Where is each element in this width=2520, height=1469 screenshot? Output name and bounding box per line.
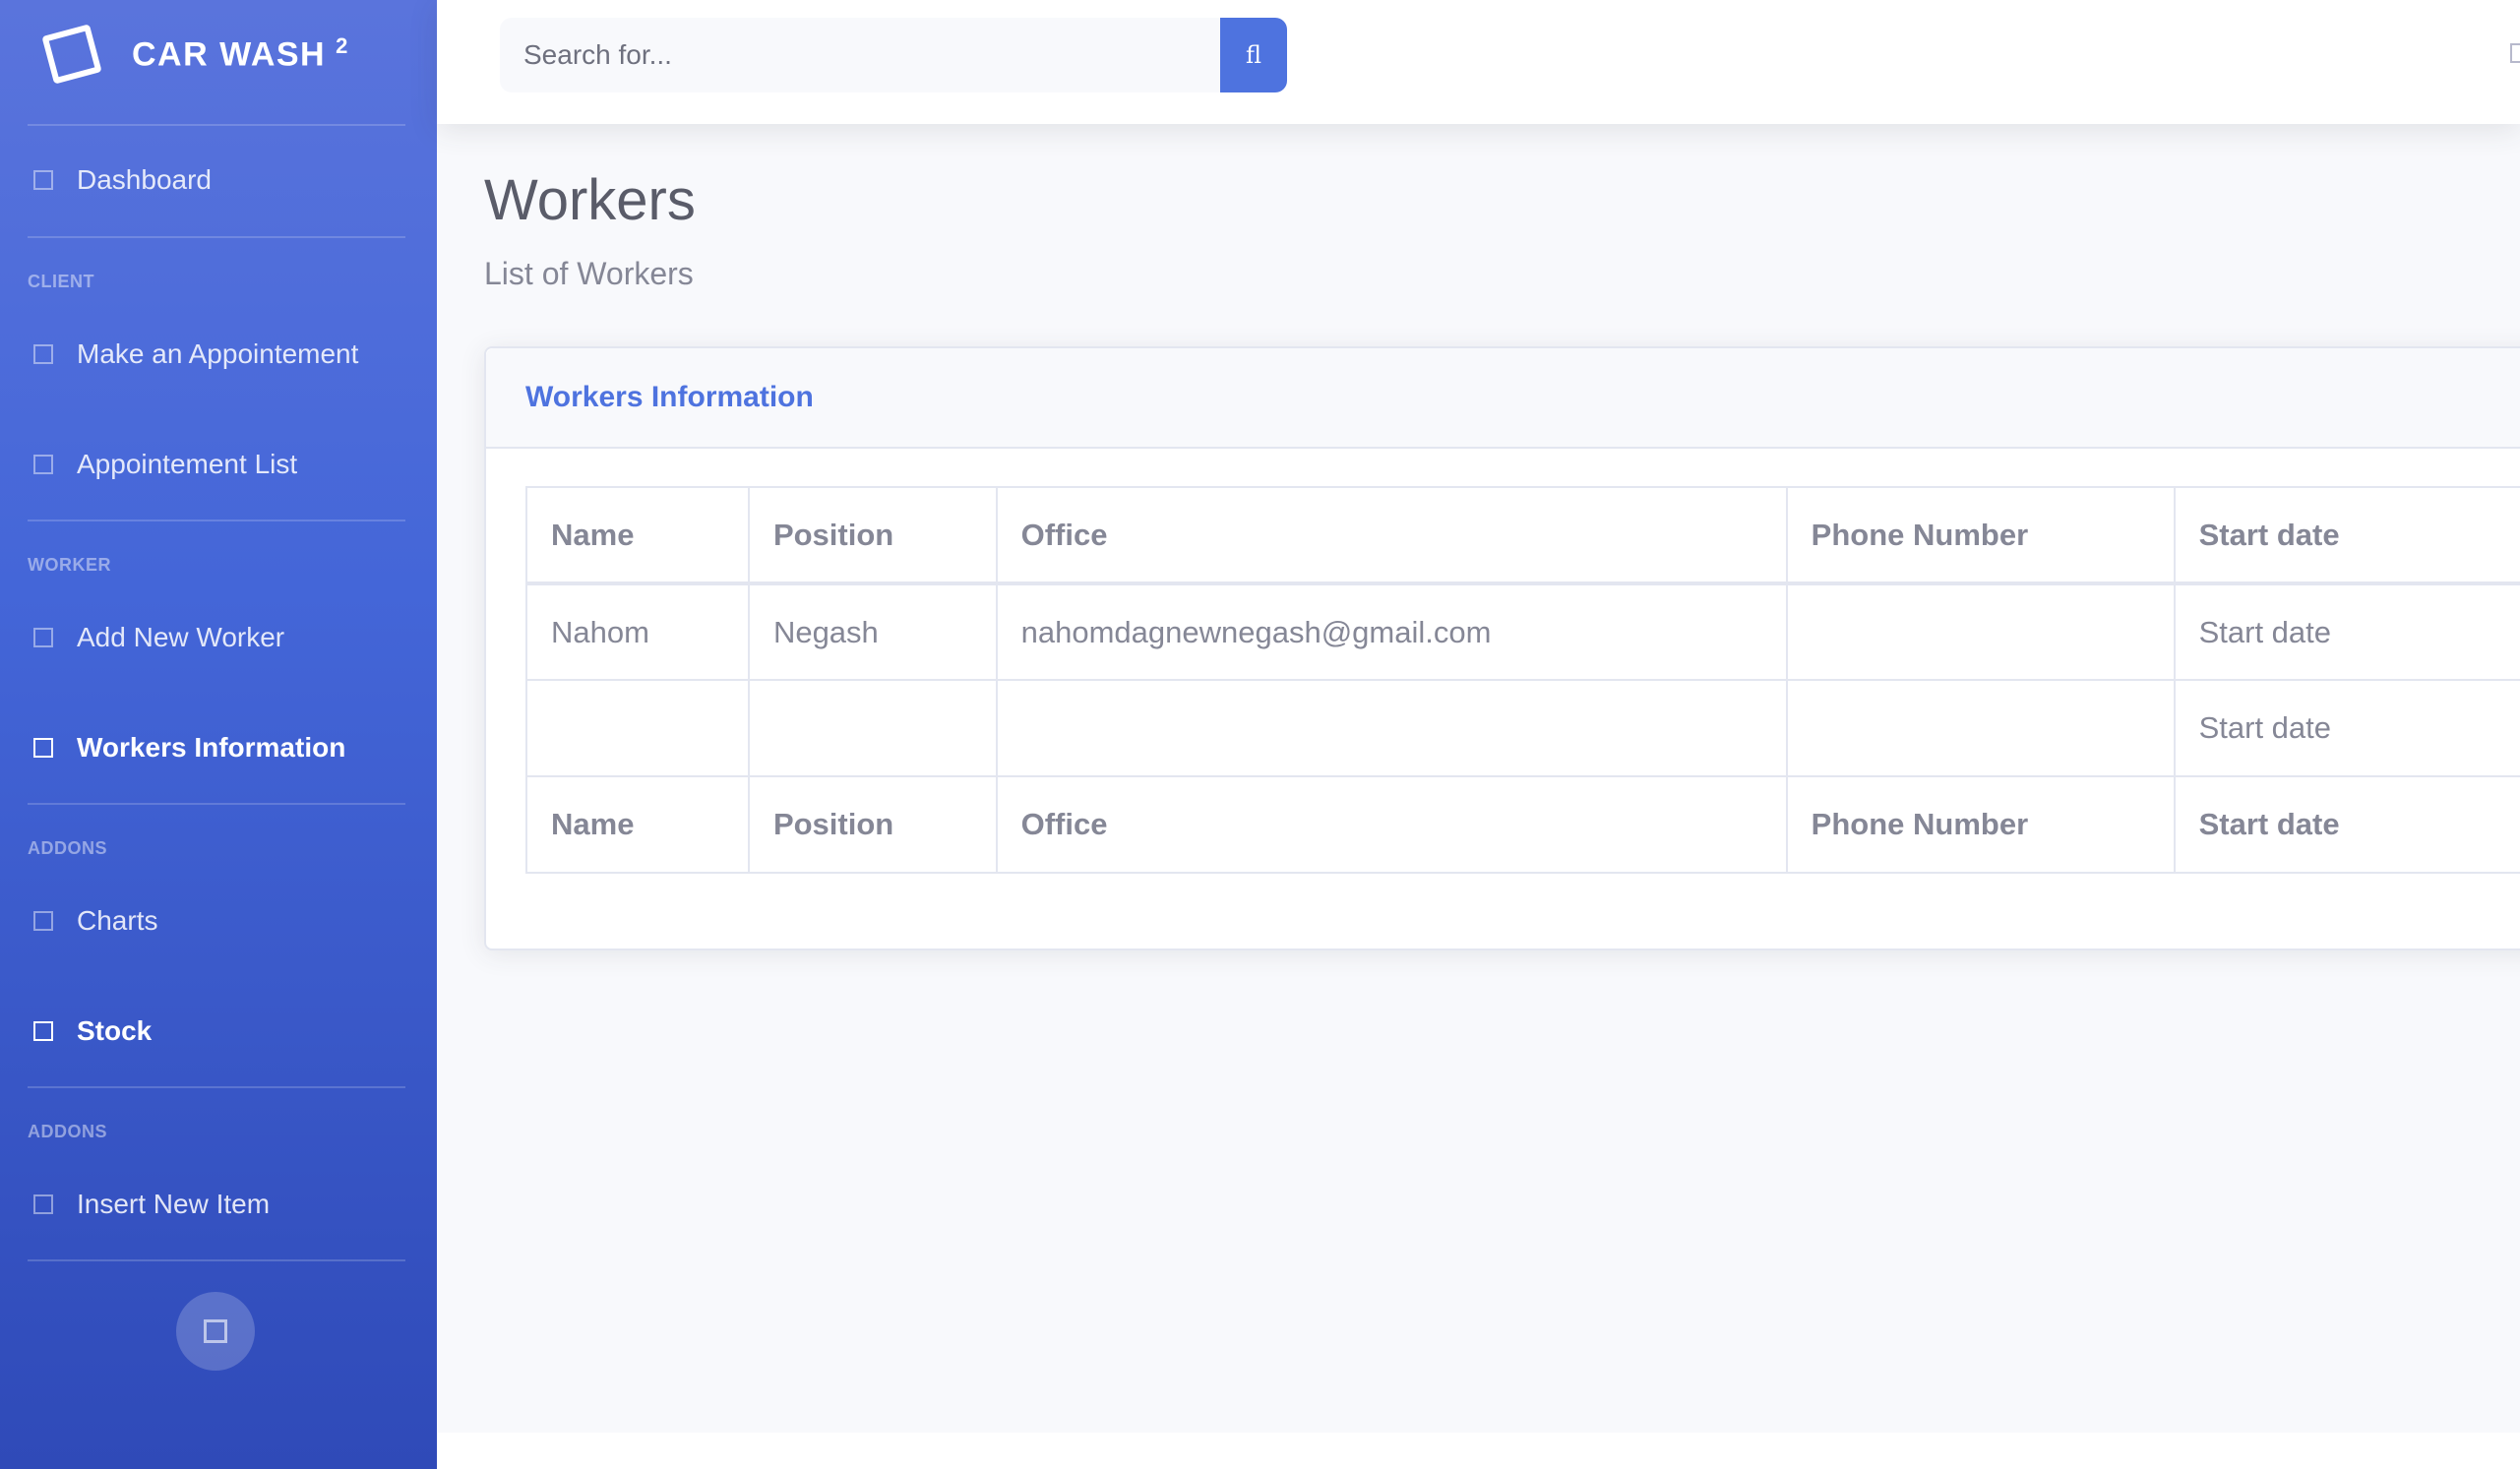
column-header-phone[interactable]: Phone Number — [1785, 486, 2176, 585]
sidebar-heading-worker: Worker — [28, 555, 111, 575]
cell-start-date: Start date — [2173, 679, 2520, 777]
sidebar-item-charts[interactable]: Charts — [0, 891, 437, 950]
cell-position — [747, 679, 998, 777]
toggle-icon — [204, 1319, 227, 1343]
topbar: fl — [437, 0, 2520, 124]
sidebar-divider — [28, 124, 405, 126]
footer — [437, 1433, 2520, 1469]
brand-logo-icon — [41, 24, 102, 85]
footer-name: Name — [525, 775, 750, 874]
sidebar-item-label: Workers Information — [77, 732, 346, 763]
cell-position: Negash — [747, 582, 998, 681]
user-menu-icon[interactable] — [2510, 43, 2520, 63]
cell-phone — [1785, 679, 2176, 777]
search-bar: fl — [500, 18, 1287, 92]
column-header-office[interactable]: Office — [995, 486, 1788, 585]
cell-office: nahomdagnewnegash@gmail.com — [995, 582, 1788, 681]
table-row: Nahom Negash nahomdagnewnegash@gmail.com… — [525, 582, 2520, 681]
sidebar-item-label: Insert New Item — [77, 1189, 271, 1219]
cell-name — [525, 679, 750, 777]
table-footer-row: Name Position Office Phone Number Start … — [525, 775, 2520, 874]
cell-office — [995, 679, 1788, 777]
sidebar-item-label: Dashboard — [77, 164, 212, 195]
sidebar-item-add-worker[interactable]: Add New Worker — [0, 608, 437, 667]
sidebar-item-label: Charts — [77, 905, 158, 936]
user-plus-icon — [33, 628, 53, 647]
search-icon: fl — [1245, 41, 1261, 69]
table-row: Start date — [525, 679, 2520, 777]
search-input[interactable] — [500, 18, 1220, 92]
column-header-start-date[interactable]: Start date — [2173, 486, 2520, 585]
sidebar-item-make-appointment[interactable]: Make an Appointement — [0, 325, 437, 384]
footer-position: Position — [747, 775, 998, 874]
sidebar-divider — [28, 1086, 405, 1088]
sidebar-divider — [28, 1259, 405, 1261]
footer-phone: Phone Number — [1785, 775, 2176, 874]
sidebar-brand[interactable]: Car Wash 2 — [0, 0, 437, 108]
sidebar-item-label: Make an Appointement — [77, 338, 359, 369]
sidebar-heading-client: Client — [28, 272, 94, 291]
list-icon — [33, 455, 53, 474]
sidebar-item-workers-information[interactable]: Workers Information — [0, 718, 437, 777]
sidebar: Car Wash 2 Dashboard Client Make an Appoi… — [0, 0, 437, 1469]
sidebar-heading-addons: Addons — [28, 1122, 108, 1141]
brand-superscript: 2 — [336, 33, 349, 59]
card-title: Workers Information — [525, 381, 814, 413]
sidebar-item-label: Stock — [77, 1015, 153, 1046]
column-header-name[interactable]: Name — [525, 486, 750, 585]
sidebar-item-label: Add New Worker — [77, 622, 285, 652]
sidebar-item-dashboard[interactable]: Dashboard — [0, 151, 437, 210]
sidebar-item-label: Appointement List — [77, 449, 298, 479]
cell-phone — [1785, 582, 2176, 681]
table-icon — [33, 738, 53, 758]
page-title: Workers — [484, 168, 696, 232]
dashboard-icon — [33, 170, 53, 190]
cell-name: Nahom — [525, 582, 750, 681]
brand-name: Car Wash 2 — [132, 33, 349, 74]
column-header-position[interactable]: Position — [747, 486, 998, 585]
cell-start-date: Start date — [2173, 582, 2520, 681]
page-subtitle: List of Workers — [484, 256, 694, 291]
sidebar-divider — [28, 803, 405, 805]
sidebar-toggle-button[interactable] — [176, 1292, 255, 1371]
sidebar-item-appointment-list[interactable]: Appointement List — [0, 435, 437, 494]
table-header-row: Name Position Office Phone Number Start … — [525, 486, 2520, 585]
sidebar-heading-addons: Addons — [28, 838, 108, 858]
sidebar-divider — [28, 520, 405, 521]
chart-icon — [33, 911, 53, 931]
sidebar-item-stock[interactable]: Stock — [0, 1002, 437, 1061]
plus-square-icon — [33, 1194, 53, 1214]
footer-start-date: Start date — [2173, 775, 2520, 874]
workers-card: Workers Information Name Position Office… — [484, 346, 2520, 950]
box-icon — [33, 1021, 53, 1041]
card-header: Workers Information — [486, 348, 2520, 449]
workers-table: Name Position Office Phone Number Start … — [525, 486, 2520, 874]
sidebar-item-insert-item[interactable]: Insert New Item — [0, 1175, 437, 1234]
calendar-icon — [33, 344, 53, 364]
footer-office: Office — [995, 775, 1788, 874]
search-button[interactable]: fl — [1220, 18, 1287, 92]
main-content: Workers List of Workers Workers Informat… — [437, 124, 2520, 1433]
sidebar-divider — [28, 236, 405, 238]
